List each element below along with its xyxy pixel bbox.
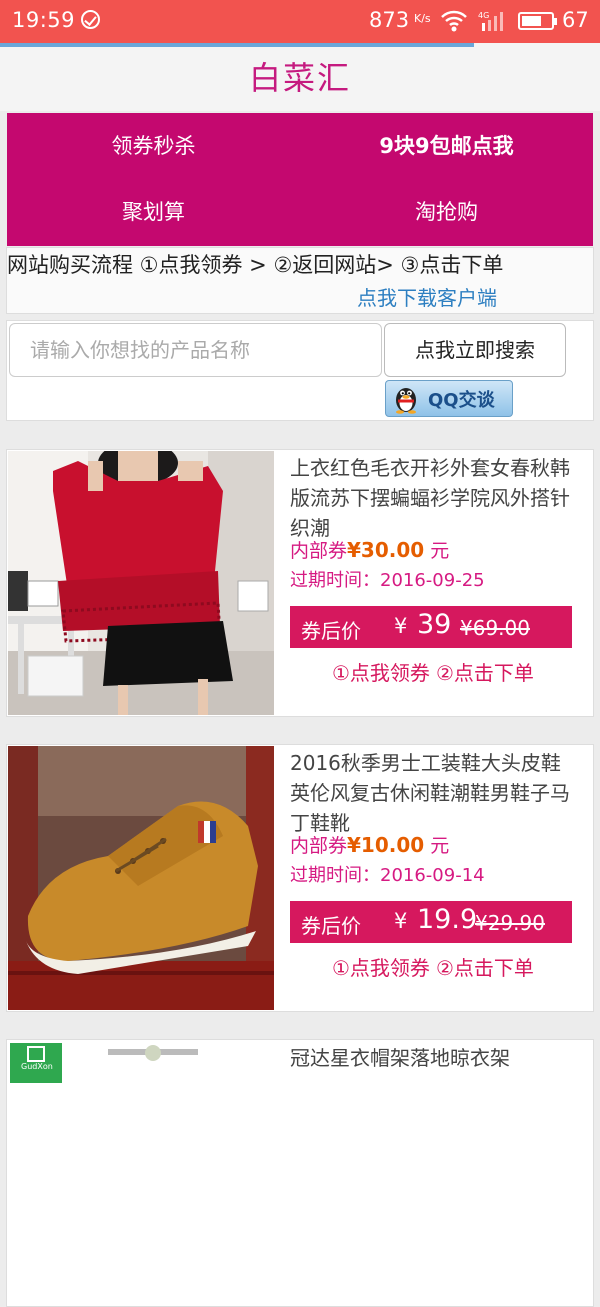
coupon-unit: 元 bbox=[430, 540, 450, 562]
product-image-shoe[interactable] bbox=[8, 746, 274, 1010]
price-original: ¥29.90 bbox=[475, 911, 545, 935]
purchase-flow: 网站购买流程 ①点我领券 > ②返回网站> ③点击下单 点我下载客户端 bbox=[6, 247, 594, 314]
expire-date: 过期时间：2016-09-25 bbox=[290, 570, 485, 591]
qq-chat-label: QQ交谈 bbox=[428, 390, 495, 411]
coupon-label: 内部券 bbox=[290, 540, 348, 562]
product-card[interactable]: 上衣红色毛衣开衫外套女春秋韩版流苏下摆蝙蝠衫学院风外搭针织潮 内部券¥30.00… bbox=[6, 449, 594, 717]
search-panel: 请输入你想找的产品名称 点我立即搜索 QQ交谈 bbox=[6, 320, 594, 421]
check-circle-icon bbox=[81, 10, 100, 29]
price-now: 39 bbox=[417, 609, 452, 640]
get-coupon-link[interactable]: ①点我领券 bbox=[332, 661, 430, 685]
product-card[interactable]: 2016秋季男士工装鞋大头皮鞋英伦风复古休闲鞋潮鞋男鞋子马丁鞋靴 内部券¥10.… bbox=[6, 744, 594, 1012]
coupon-unit: 元 bbox=[430, 835, 450, 857]
price-bar: 券后价 ¥ 19.9 ¥29.90 bbox=[290, 901, 572, 943]
search-input[interactable]: 请输入你想找的产品名称 bbox=[9, 323, 382, 377]
download-app-link[interactable]: 点我下载客户端 bbox=[357, 282, 497, 311]
network-speed-unit: K/s bbox=[414, 12, 431, 25]
qq-penguin-icon bbox=[396, 388, 416, 414]
menu-item-juhuasuan[interactable]: 聚划算 bbox=[7, 179, 300, 245]
purchase-steps: 网站购买流程 ①点我领券 > ②返回网站> ③点击下单 bbox=[7, 253, 504, 277]
place-order-link[interactable]: ②点击下单 bbox=[436, 956, 534, 980]
coupon-info: 内部券¥30.00 元 bbox=[290, 536, 449, 563]
product-image-coat-rack[interactable] bbox=[8, 1041, 274, 1305]
coupon-amount: ¥30.00 bbox=[347, 538, 425, 562]
qq-chat-button[interactable]: QQ交谈 bbox=[385, 380, 513, 417]
menu-item-taoqianggou[interactable]: 淘抢购 bbox=[300, 179, 593, 245]
price-original: ¥69.00 bbox=[460, 616, 530, 640]
page-title: 白菜汇 bbox=[248, 59, 351, 97]
currency-symbol: ¥ bbox=[394, 614, 408, 638]
product-name[interactable]: 2016秋季男士工装鞋大头皮鞋英伦风复古休闲鞋潮鞋男鞋子马丁鞋靴 bbox=[290, 748, 580, 838]
wifi-icon bbox=[441, 10, 467, 32]
product-name[interactable]: 上衣红色毛衣开衫外套女春秋韩版流苏下摆蝙蝠衫学院风外搭针织潮 bbox=[290, 453, 580, 543]
coupon-info: 内部券¥10.00 元 bbox=[290, 831, 449, 858]
product-name[interactable]: 冠达星衣帽架落地晾衣架 bbox=[290, 1043, 580, 1073]
clock: 19:59 bbox=[12, 8, 76, 32]
battery-icon bbox=[518, 12, 557, 30]
card-actions: ①点我领券 ②点击下单 bbox=[332, 952, 540, 981]
network-speed: 873 bbox=[369, 8, 410, 32]
svg-text:4G: 4G bbox=[478, 11, 489, 20]
price-now: 19.9 bbox=[417, 904, 478, 935]
currency-symbol: ¥ bbox=[394, 909, 408, 933]
card-actions: ①点我领券 ②点击下单 bbox=[332, 657, 540, 686]
category-menu: 领券秒杀 9块9包邮点我 聚划算 淘抢购 bbox=[7, 113, 593, 246]
menu-item-9-9-free-shipping[interactable]: 9块9包邮点我 bbox=[300, 113, 593, 179]
menu-item-coupon-flash[interactable]: 领券秒杀 bbox=[7, 113, 300, 179]
app-header: 白菜汇 bbox=[0, 47, 600, 111]
product-card[interactable]: GudXon 冠达星衣帽架落地晾衣架 bbox=[6, 1039, 594, 1307]
get-coupon-link[interactable]: ①点我领券 bbox=[332, 956, 430, 980]
status-bar: 19:59 873 K/s 4G 67 bbox=[0, 0, 600, 43]
search-button[interactable]: 点我立即搜索 bbox=[384, 323, 566, 377]
coupon-amount: ¥10.00 bbox=[347, 833, 425, 857]
price-label: 券后价 bbox=[301, 619, 361, 643]
battery-percent: 67 bbox=[562, 8, 589, 32]
price-bar: 券后价 ¥ 39 ¥69.00 bbox=[290, 606, 572, 648]
coupon-label: 内部券 bbox=[290, 835, 348, 857]
signal-4g-icon: 4G bbox=[478, 11, 503, 31]
price-label: 券后价 bbox=[301, 914, 361, 938]
expire-date: 过期时间：2016-09-14 bbox=[290, 865, 485, 886]
product-image-sweater[interactable] bbox=[8, 451, 274, 715]
place-order-link[interactable]: ②点击下单 bbox=[436, 661, 534, 685]
